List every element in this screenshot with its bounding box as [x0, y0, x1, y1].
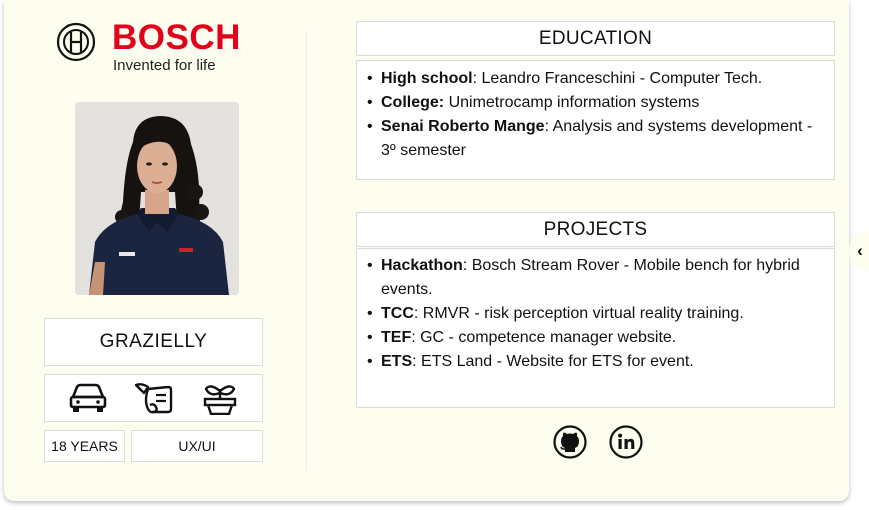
column-divider: [306, 30, 307, 470]
linkedin-icon[interactable]: [609, 425, 643, 459]
list-item: ETS: ETS Land - Website for ETS for even…: [367, 350, 824, 374]
list-item: Hackathon: Bosch Stream Rover - Mobile b…: [367, 254, 824, 302]
project-label: ETS: [381, 353, 413, 370]
project-text: : ETS Land - Website for ETS for event.: [412, 353, 694, 370]
list-item: TCC: RMVR - risk perception virtual real…: [367, 302, 824, 326]
profile-photo: [75, 102, 239, 295]
list-item: Senai Roberto Mange: Analysis and system…: [367, 115, 824, 163]
role-badge: UX/UI: [131, 430, 263, 462]
project-label: Hackathon: [381, 257, 463, 274]
education-text: : Leandro Franceschini - Computer Tech.: [472, 70, 763, 87]
car-icon: [69, 383, 107, 412]
projects-list: Hackathon: Bosch Stream Rover - Mobile b…: [356, 248, 835, 408]
brand-name: BOSCH: [112, 18, 241, 57]
brand-tagline: Invented for life: [113, 57, 216, 74]
chevron-left-icon: ‹: [857, 241, 863, 260]
collapse-panel-button[interactable]: ‹: [849, 231, 869, 271]
list-item: College: Unimetrocamp information system…: [367, 91, 824, 115]
github-icon[interactable]: [553, 425, 587, 459]
scroll-quill-icon: [135, 383, 173, 414]
education-text: Unimetrocamp information systems: [444, 94, 700, 111]
bosch-logo: BOSCH Invented for life: [56, 18, 246, 76]
bosch-armature-icon: [56, 22, 96, 62]
project-text: : RMVR - risk perception virtual reality…: [413, 305, 744, 322]
hobby-icons: [44, 374, 263, 422]
education-label: College:: [381, 94, 445, 111]
education-label: High school: [381, 70, 473, 87]
list-item: High school: Leandro Franceschini - Comp…: [367, 67, 824, 91]
profile-name: GRAZIELLY: [44, 318, 263, 366]
education-title: EDUCATION: [356, 21, 835, 56]
project-label: TEF: [381, 329, 412, 346]
list-item: TEF: GC - competence manager website.: [367, 326, 824, 350]
age-badge: 18 YEARS: [44, 430, 125, 462]
projects-title: PROJECTS: [356, 212, 835, 247]
education-label: Senai Roberto Mange: [381, 118, 545, 135]
project-label: TCC: [381, 305, 414, 322]
project-text: : GC - competence manager website.: [411, 329, 677, 346]
education-list: High school: Leandro Franceschini - Comp…: [356, 60, 835, 180]
potted-plant-icon: [203, 385, 237, 415]
